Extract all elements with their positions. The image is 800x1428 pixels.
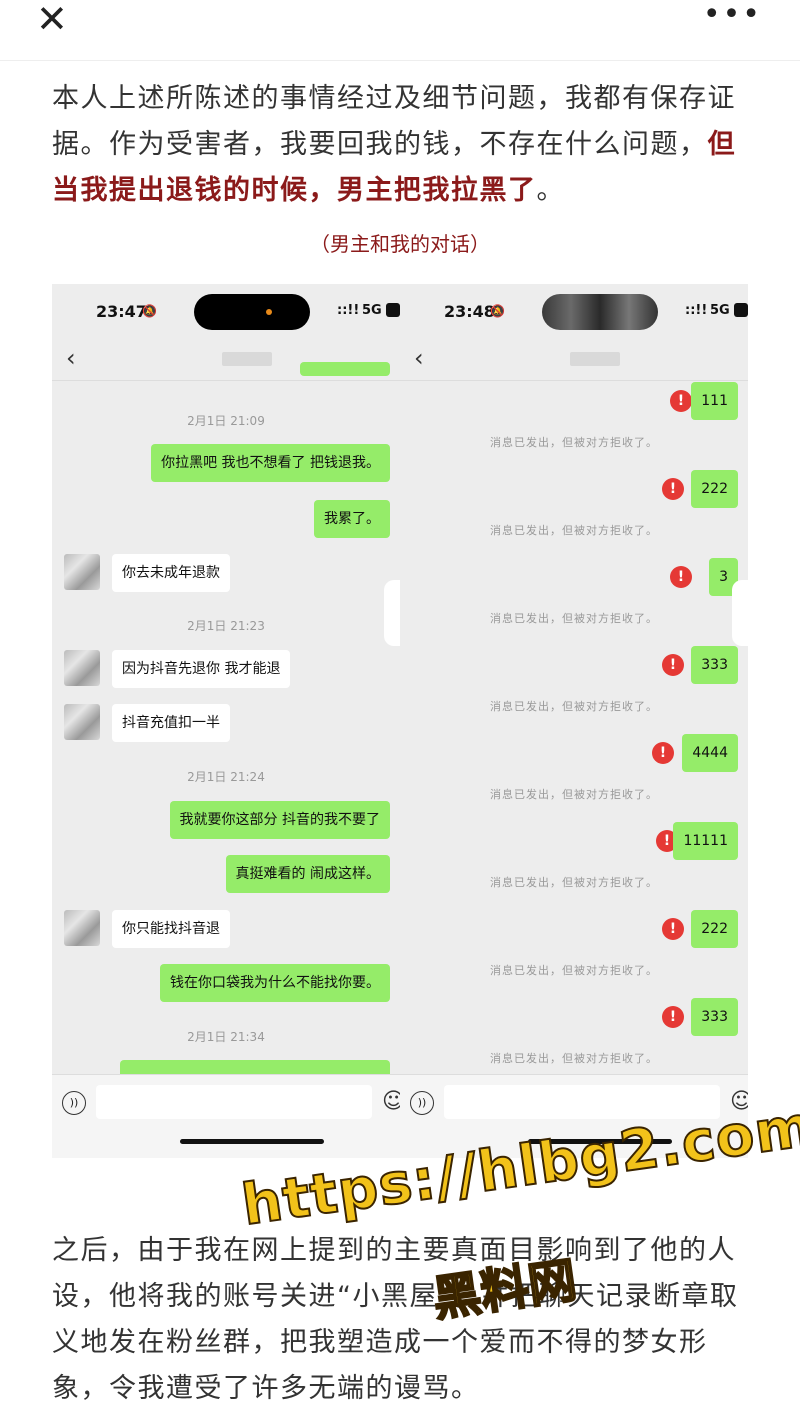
close-icon[interactable]: ✕	[36, 0, 68, 38]
error-icon[interactable]: !	[670, 566, 692, 588]
rejected-notice: 消息已发出，但被对方拒收了。	[490, 700, 658, 713]
article-paragraph-1: 本人上述所陈述的事情经过及细节问题，我都有保存证据。作为受害者，我要回我的钱，不…	[52, 76, 752, 214]
signal-icon: ::!!	[337, 303, 360, 318]
rejected-notice: 消息已发出，但被对方拒收了。	[490, 524, 658, 537]
article-paragraph-2: 之后，由于我在网上提到的主要真面目影响到了他的人设，他将我的账号关进“小黑屋”，…	[52, 1235, 739, 1404]
status-bar: 23:48 🔕 ::!! 5G	[400, 284, 748, 340]
rejected-notice: 消息已发出，但被对方拒收了。	[490, 964, 658, 977]
side-handle	[384, 580, 400, 646]
chat-bubble-out: 222	[691, 910, 738, 948]
rejected-notice: 消息已发出，但被对方拒收了。	[490, 436, 658, 449]
more-options-icon[interactable]: •••	[703, 0, 762, 30]
avatar[interactable]	[64, 650, 100, 686]
chat-timestamp: 2月1日 21:23	[187, 619, 265, 633]
error-icon[interactable]: !	[662, 918, 684, 940]
error-icon[interactable]: !	[652, 742, 674, 764]
rejected-notice: 消息已发出，但被对方拒收了。	[490, 788, 658, 801]
voice-icon[interactable]: ))	[410, 1091, 434, 1115]
chat-bubble-out: 11111	[673, 822, 738, 860]
chat-bubble-out: 真挺难看的 闹成这样。	[225, 855, 390, 893]
network-label: 5G	[362, 303, 382, 318]
chat-timestamp: 2月1日 21:24	[187, 770, 265, 784]
chat-bubble-out: 你拉黑吧 我也不想看了 把钱退我。	[151, 444, 390, 482]
back-chevron-icon[interactable]: ‹	[414, 344, 424, 372]
status-bar: 23:47 🔕 ::!! 5G	[52, 284, 400, 340]
chat-bubble-in: 你只能找抖音退	[112, 910, 230, 948]
avatar[interactable]	[64, 554, 100, 590]
chat-timestamp: 2月1日 21:34	[187, 1030, 265, 1044]
signal-icon: ::!!	[685, 303, 708, 318]
paragraph-text: 本人上述所陈述的事情经过及细节问题，我都有保存证据。作为受害者，我要回我的钱，不…	[52, 83, 736, 160]
chat-bubble-out: 钱在你口袋我为什么不能找你要。	[160, 964, 390, 1002]
dynamic-island	[194, 294, 310, 330]
image-caption: （男主和我的对话）	[310, 232, 490, 256]
emoji-icon[interactable]: ☺	[382, 1089, 400, 1114]
rejected-notice: 消息已发出，但被对方拒收了。	[490, 876, 658, 889]
avatar[interactable]	[64, 704, 100, 740]
error-icon[interactable]: !	[662, 478, 684, 500]
chat-bubble-out: 4444	[682, 734, 738, 772]
silent-bell-icon: 🔕	[142, 304, 157, 318]
voice-icon[interactable]: ))	[62, 1091, 86, 1115]
chat-screenshot-image: 23:47 🔕 ::!! 5G ‹ 2月1日 21:09 你拉黑吧 我也不想看了…	[52, 284, 748, 1158]
rejected-notice: 消息已发出，但被对方拒收了。	[490, 612, 658, 625]
status-time: 23:48	[444, 302, 495, 321]
blurred-contact-name	[222, 352, 272, 366]
chat-nav-bar: ‹	[400, 340, 748, 381]
message-input[interactable]	[96, 1085, 372, 1119]
error-icon[interactable]: !	[662, 1006, 684, 1028]
chat-bubble-in: 抖音充值扣一半	[112, 704, 230, 742]
blurred-contact-name	[570, 352, 620, 366]
avatar[interactable]	[64, 910, 100, 946]
chat-bubble-out: 111	[691, 382, 738, 420]
chat-bubble-out: 333	[691, 998, 738, 1036]
right-phone-screen: 23:48 🔕 ::!! 5G ‹ ! 111 消息已发出，但被对方拒收了。 !…	[400, 284, 748, 1158]
blurred-island	[542, 294, 658, 330]
chat-bubble-out: 我就要你这部分 抖音的我不要了	[169, 801, 390, 839]
silent-bell-icon: 🔕	[490, 304, 505, 318]
chat-bubble-out: 我累了。	[314, 500, 390, 538]
battery-icon	[386, 303, 400, 317]
home-indicator	[180, 1139, 324, 1144]
chat-bubble-in: 你去未成年退款	[112, 554, 230, 592]
chat-timestamp: 2月1日 21:09	[187, 414, 265, 428]
error-icon[interactable]: !	[670, 390, 692, 412]
chat-bubble-cutoff	[300, 362, 390, 376]
left-phone-screen: 23:47 🔕 ::!! 5G ‹ 2月1日 21:09 你拉黑吧 我也不想看了…	[52, 284, 400, 1158]
chat-bubble-out: 333	[691, 646, 738, 684]
recording-dot	[266, 309, 272, 315]
paragraph-end: 。	[536, 175, 565, 206]
rejected-notice: 消息已发出，但被对方拒收了。	[490, 1052, 658, 1065]
chat-bubble-out: 222	[691, 470, 738, 508]
network-label: 5G	[710, 303, 730, 318]
chat-input-bar: )) ☺	[52, 1074, 400, 1158]
top-bar: ✕ •••	[0, 0, 800, 61]
status-time: 23:47	[96, 302, 147, 321]
error-icon[interactable]: !	[662, 654, 684, 676]
side-handle	[732, 580, 748, 646]
back-chevron-icon[interactable]: ‹	[66, 344, 76, 372]
chat-bubble-in: 因为抖音先退你 我才能退	[112, 650, 291, 688]
battery-icon	[734, 303, 748, 317]
